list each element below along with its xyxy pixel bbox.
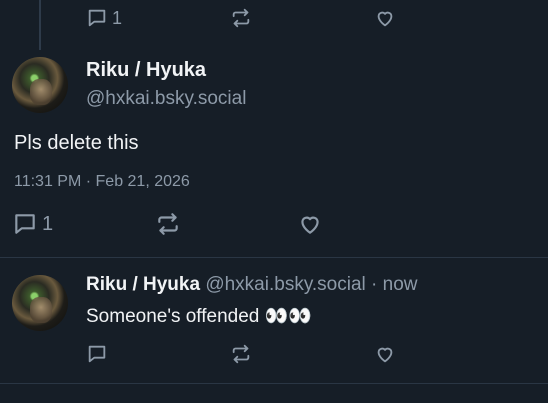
main-post-author-name[interactable]: Riku / Hyuka [86, 59, 206, 82]
reply-reply-button[interactable] [86, 343, 108, 365]
post-divider [0, 257, 548, 258]
main-like-button[interactable] [297, 211, 323, 237]
main-post-timestamp[interactable]: 11:31 PM · Feb 21, 2026 [14, 173, 190, 191]
reply-post-time[interactable]: now [383, 274, 418, 295]
reply-post-separator: · [371, 274, 378, 295]
like-icon [374, 343, 396, 365]
reply-post-author-handle[interactable]: @hxkai.bsky.social [205, 274, 365, 295]
like-icon [374, 7, 396, 29]
reply-icon [12, 211, 38, 237]
reply-repost-button[interactable] [230, 343, 252, 365]
reply-post-author-name[interactable]: Riku / Hyuka [86, 274, 200, 295]
reply-post-avatar[interactable] [12, 275, 68, 331]
repost-icon [230, 343, 252, 365]
top-reply-button[interactable]: 1 [86, 7, 122, 29]
repost-icon [230, 7, 252, 29]
main-post-author-handle[interactable]: @hxkai.bsky.social [86, 88, 246, 110]
reply-icon [86, 343, 108, 365]
main-reply-count: 1 [42, 212, 54, 235]
repost-icon [155, 211, 181, 237]
main-reply-button[interactable]: 1 [12, 211, 53, 237]
reply-like-button[interactable] [374, 343, 396, 365]
main-post-text: Pls delete this [14, 132, 139, 154]
like-icon [297, 211, 323, 237]
reply-divider [0, 383, 548, 384]
top-like-button[interactable] [374, 7, 396, 29]
main-post-avatar[interactable] [12, 57, 68, 113]
top-repost-button[interactable] [230, 7, 252, 29]
main-repost-button[interactable] [155, 211, 181, 237]
reply-post-text: Someone's offended 👀👀 [86, 306, 312, 327]
thread-line [39, 0, 41, 50]
reply-post-header: Riku / Hyuka @hxkai.bsky.social · now [86, 274, 418, 296]
reply-icon [86, 7, 108, 29]
top-reply-count: 1 [112, 7, 123, 28]
